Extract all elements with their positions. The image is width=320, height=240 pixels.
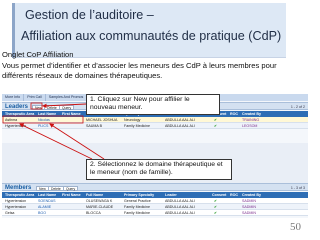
slide-title-line-1: Gestion de l’auditoire – — [25, 8, 154, 22]
callout-step-1: 1. Cliquez sur New pour affilier le nouv… — [86, 94, 220, 115]
leaders-table-row[interactable]: Hypertension PLICS SAUMA B Family Medici… — [2, 123, 308, 129]
slide-description: Vous permet d’identifier et d’associer l… — [2, 61, 277, 80]
leaders-new-button[interactable]: New — [32, 104, 45, 110]
slide-title-line-2: Affiliation aux communautés de pratique … — [21, 29, 282, 43]
members-pager: 1 - 3 of 3 — [290, 186, 305, 190]
members-table-row[interactable]: Gelsa BGO BLOCCA Family Medicine ABDULLA… — [2, 210, 308, 216]
members-header-bar: Members New Delete Query 1 - 3 of 3 — [2, 183, 308, 191]
tab-more-info[interactable]: More Info — [2, 94, 25, 101]
members-delete-button[interactable]: Delete — [48, 185, 64, 191]
tab-samples-and-promos[interactable]: Samples And Promos — [46, 94, 88, 101]
members-query-button[interactable]: Query — [63, 185, 79, 191]
page-number: 50 — [290, 221, 301, 233]
leaders-delete-button[interactable]: Delete — [44, 104, 60, 110]
slide-subtitle: Onglet CoP Affiliation — [2, 50, 74, 59]
tab-prim-call[interactable]: Prim Call — [24, 94, 46, 101]
members-title: Members — [5, 185, 32, 191]
leaders-query-button[interactable]: Query — [59, 104, 75, 110]
callout-step-2: 2. Sélectionnez le domaine thérapeutique… — [86, 159, 232, 180]
members-new-button[interactable]: New — [36, 185, 49, 191]
leaders-title: Leaders — [5, 104, 29, 110]
leaders-pager: 1 - 2 of 2 — [290, 105, 305, 109]
